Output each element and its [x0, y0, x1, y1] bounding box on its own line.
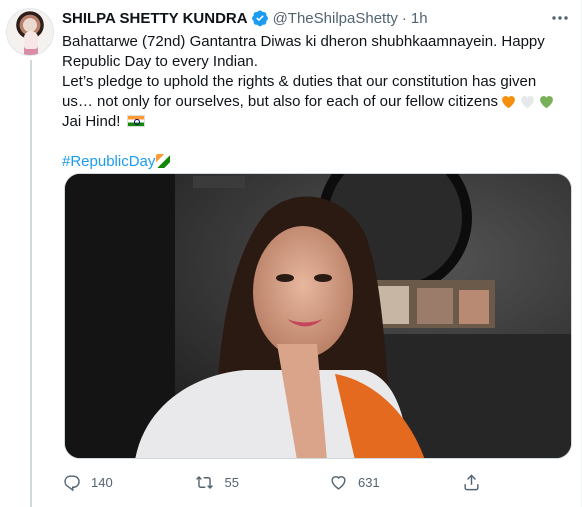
tweet-text-line2: Let’s pledge to uphold the rights & duti…: [62, 72, 562, 112]
tweet-text-line2-words: Let’s pledge to uphold the rights & duti…: [62, 73, 537, 110]
green-heart-icon: [540, 96, 553, 109]
share-icon: [464, 473, 479, 490]
like-button[interactable]: 631: [329, 467, 462, 497]
timestamp[interactable]: 1h: [411, 10, 428, 27]
tweet-text: Bahattarwe (72nd) Gantantra Diwas ki dhe…: [62, 32, 562, 132]
more-icon-glyph: [552, 16, 568, 20]
hashtag-link[interactable]: #RepublicDay: [62, 153, 155, 170]
like-count: 631: [357, 474, 380, 490]
retweet-count: 55: [224, 474, 239, 490]
thread-line: [30, 60, 32, 507]
avatar-figure: [24, 31, 38, 55]
tweet-media[interactable]: [64, 173, 572, 459]
tweet-card[interactable]: SHILPA SHETTY KUNDRA @TheShilpaShetty · …: [0, 0, 582, 507]
tweet-text-line3: Jai Hind!: [62, 112, 562, 132]
reply-button[interactable]: 140: [62, 467, 195, 497]
tweet-content: SHILPA SHETTY KUNDRA @TheShilpaShetty · …: [62, 6, 574, 491]
like-icon: [331, 475, 346, 490]
media-eye-right: [314, 274, 332, 282]
reply-count: 140: [91, 474, 113, 490]
tweet-text-line3-words: Jai Hind!: [62, 113, 121, 130]
tweet-text-line1: Bahattarwe (72nd) Gantantra Diwas ki dhe…: [62, 33, 545, 70]
share-button[interactable]: [462, 467, 502, 497]
separator-dot: ·: [401, 9, 407, 27]
hashtag-line: #RepublicDay: [62, 152, 574, 172]
republic-day-emoji-icon: [156, 154, 171, 168]
media-image: [65, 174, 571, 458]
verified-badge-icon: [251, 10, 268, 27]
reply-icon: [64, 474, 80, 491]
media-eye-left: [276, 274, 294, 282]
media-photo-2: [417, 288, 453, 324]
media-frame-top: [193, 176, 245, 188]
retweet-icon: [196, 475, 214, 489]
tweet-header: SHILPA SHETTY KUNDRA @TheShilpaShetty · …: [62, 6, 574, 30]
author-name[interactable]: SHILPA SHETTY KUNDRA: [62, 10, 248, 27]
media-face: [253, 226, 353, 358]
author-handle[interactable]: @TheShilpaShetty: [273, 10, 398, 27]
action-bar: 140 55 631: [62, 467, 502, 497]
media-photo-3: [459, 290, 489, 324]
orange-heart-icon: [502, 96, 515, 109]
white-heart-icon: [521, 96, 534, 109]
more-icon[interactable]: [550, 8, 570, 28]
avatar[interactable]: [6, 8, 54, 56]
retweet-button[interactable]: 55: [195, 467, 328, 497]
india-flag-icon: [126, 115, 145, 127]
